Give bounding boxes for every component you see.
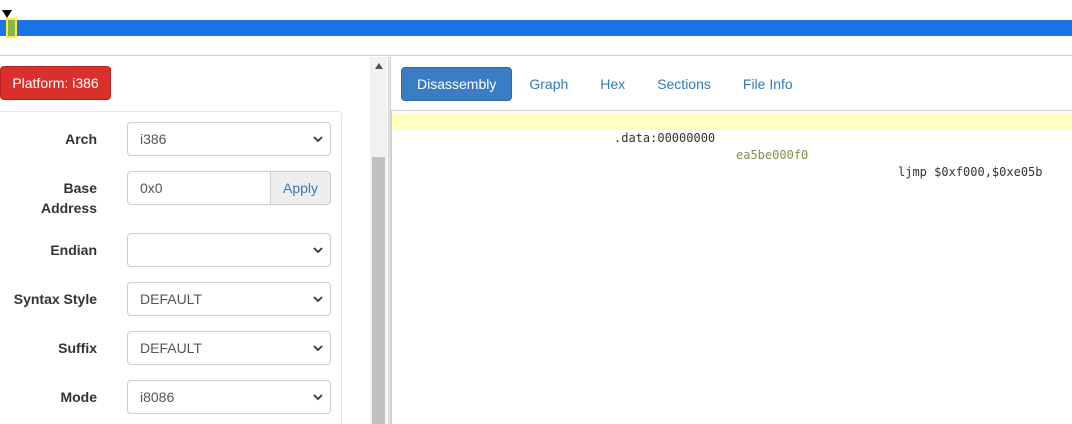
view-panel: Disassembly Graph Hex Sections File Info… — [391, 57, 1072, 424]
line-bytes: ea5be000f0 — [736, 148, 809, 162]
mode-value: i8086 — [140, 389, 175, 405]
tab-hex[interactable]: Hex — [585, 67, 640, 101]
chevron-down-icon — [310, 234, 326, 266]
disassembly-line[interactable]: .data:00000000 ea5be000f0 ljmp $0xf000,$… — [392, 113, 1072, 179]
suffix-value: DEFAULT — [140, 340, 202, 356]
settings-form: Arch i386 Base Address 0x0 Apply Endian — [0, 111, 342, 424]
chevron-down-icon — [310, 332, 326, 364]
tab-graph[interactable]: Graph — [514, 67, 583, 101]
arch-label: Arch — [65, 131, 97, 147]
scrollbar-thumb[interactable] — [372, 157, 385, 424]
tab-file-info[interactable]: File Info — [728, 67, 808, 101]
chevron-down-icon — [310, 123, 326, 155]
base-address-label-line2: Address — [40, 200, 97, 216]
endian-label: Endian — [50, 242, 97, 258]
tab-sections[interactable]: Sections — [642, 67, 726, 101]
navigation-strip[interactable] — [0, 0, 1072, 56]
navigation-bar[interactable] — [0, 20, 1072, 36]
navigation-cursor[interactable] — [6, 18, 17, 38]
line-address: .data:00000000 — [614, 131, 716, 145]
settings-panel: Platform: i386 Arch i386 Base Address 0x… — [0, 57, 388, 424]
syntax-style-value: DEFAULT — [140, 291, 202, 307]
base-address-input[interactable]: 0x0 — [127, 171, 271, 205]
syntax-style-label: Syntax Style — [13, 291, 97, 307]
base-address-label-line1: Base — [63, 180, 97, 196]
suffix-select[interactable]: DEFAULT — [127, 331, 331, 365]
chevron-down-icon — [310, 381, 326, 413]
syntax-style-select[interactable]: DEFAULT — [127, 282, 331, 316]
chevron-down-icon — [310, 283, 326, 315]
suffix-label: Suffix — [58, 340, 97, 356]
scroll-up-arrow-icon[interactable] — [370, 57, 387, 74]
arch-select[interactable]: i386 — [127, 122, 331, 156]
base-address-label: Base Address — [0, 178, 97, 218]
mode-label: Mode — [60, 389, 97, 405]
view-tabs: Disassembly Graph Hex Sections File Info — [401, 67, 810, 101]
mode-select[interactable]: i8086 — [127, 380, 331, 414]
arch-value: i386 — [140, 131, 167, 147]
apply-button[interactable]: Apply — [270, 171, 331, 205]
line-instruction: ljmp $0xf000,$0xe05b — [898, 165, 1043, 179]
tab-disassembly[interactable]: Disassembly — [401, 67, 513, 101]
settings-scrollbar[interactable] — [370, 57, 387, 424]
disassembly-view[interactable]: .data:00000000 ea5be000f0 ljmp $0xf000,$… — [391, 110, 1072, 424]
position-marker-icon — [2, 10, 12, 18]
platform-button[interactable]: Platform: i386 — [0, 66, 111, 100]
endian-select[interactable] — [127, 233, 331, 267]
